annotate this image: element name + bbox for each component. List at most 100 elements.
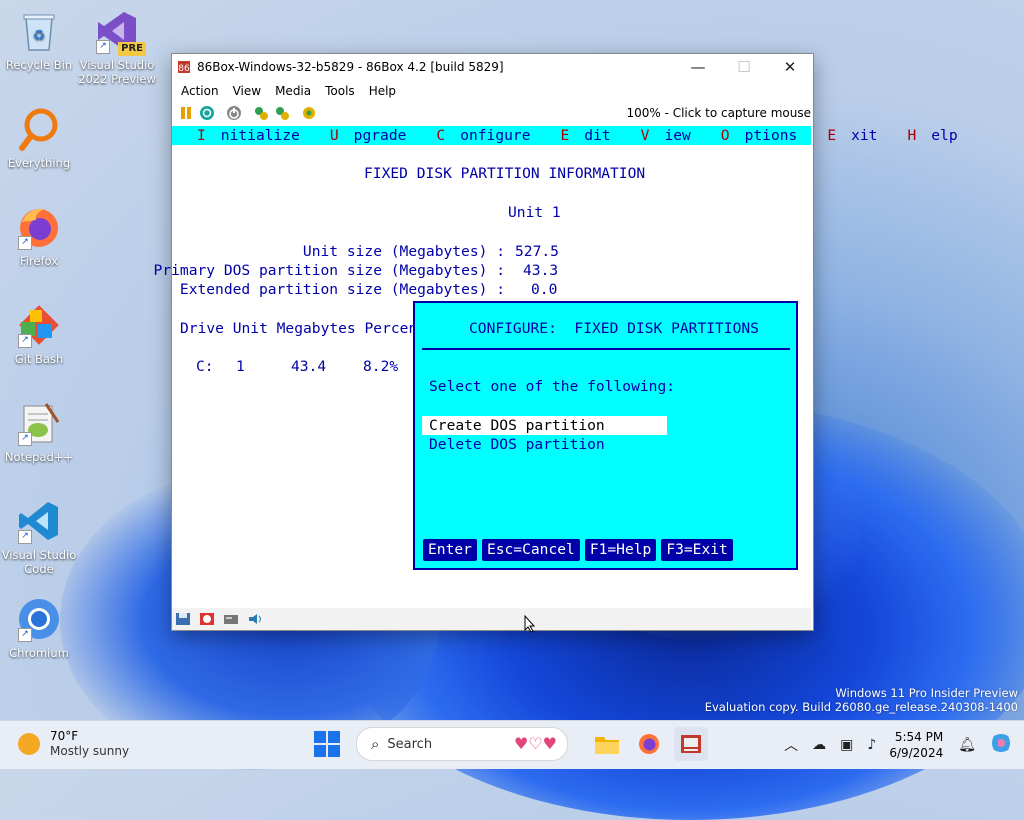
settings-gear-icon[interactable] bbox=[274, 105, 290, 121]
desktop-icon-git-bash[interactable]: ↗ Git Bash bbox=[0, 302, 78, 366]
ctrl-alt-del-icon[interactable] bbox=[199, 105, 215, 121]
drive-table-header: Drive Unit Megabytes Percent bbox=[180, 320, 427, 337]
desktop-icon-everything[interactable]: Everything bbox=[0, 106, 78, 170]
display-icon[interactable]: ▣ bbox=[840, 737, 853, 753]
network-icon[interactable]: ☁ bbox=[812, 737, 826, 753]
primary-partition-value: 43.3 bbox=[523, 262, 559, 279]
vscode-icon: ↗ bbox=[16, 498, 62, 544]
esc-cancel-button[interactable]: Esc=Cancel bbox=[481, 539, 580, 561]
capture-mouse-status[interactable]: 100% - Click to capture mouse bbox=[626, 106, 811, 120]
weather-widget[interactable]: 70°F Mostly sunny bbox=[18, 729, 129, 759]
primary-partition-label: Primary DOS partition size (Megabytes) : bbox=[153, 262, 505, 279]
window-toolbar: 100% - Click to capture mouse bbox=[172, 102, 813, 124]
desktop-icon-recycle-bin[interactable]: ♻ Recycle Bin bbox=[0, 8, 78, 72]
desktop-icon-visual-studio-2022-preview[interactable]: PRE ↗ Visual Studio 2022 Preview bbox=[78, 8, 156, 86]
pause-icon[interactable] bbox=[178, 105, 194, 121]
fdisk-menu-bar: Initialize Upgrade Configure Edit View O… bbox=[172, 126, 958, 145]
taskbar: 70°F Mostly sunny ⌕ Search ♥♡♥ ︿ ☁ ▣ ♪ 5… bbox=[0, 720, 1024, 769]
unit-size-label: Unit size (Megabytes) : bbox=[302, 243, 505, 260]
fdisk-menu-options[interactable]: Options bbox=[721, 127, 813, 144]
taskbar-file-explorer[interactable] bbox=[590, 727, 624, 761]
shortcut-arrow-icon: ↗ bbox=[18, 432, 32, 446]
cdrom-drive-icon[interactable] bbox=[199, 612, 215, 626]
dialog-prompt: Select one of the following: bbox=[429, 378, 676, 395]
menu-help[interactable]: Help bbox=[362, 84, 403, 98]
fdisk-menu-edit[interactable]: Edit bbox=[560, 127, 625, 144]
fdisk-menu-view[interactable]: View bbox=[641, 127, 706, 144]
desktop-icon-chromium[interactable]: ↗ Chromium bbox=[0, 596, 78, 660]
git-bash-icon: ↗ bbox=[16, 302, 62, 348]
volume-icon[interactable]: ♪ bbox=[867, 737, 876, 753]
search-highlight-icon: ♥♡♥ bbox=[513, 734, 557, 753]
start-button[interactable] bbox=[312, 729, 342, 759]
function-key-bar: Enter Esc=Cancel F1=Help F3=Exit bbox=[423, 539, 738, 561]
sunny-weather-icon bbox=[18, 733, 40, 755]
floppy-drive-icon[interactable] bbox=[175, 612, 191, 626]
fdisk-menu-help[interactable]: Help bbox=[907, 127, 972, 144]
drive-percent: 8.2% bbox=[363, 358, 399, 375]
notepad-plus-plus-icon: ↗ bbox=[16, 400, 62, 446]
window-statusbar bbox=[172, 608, 811, 630]
close-button[interactable]: ✕ bbox=[767, 54, 813, 80]
chevron-up-icon[interactable]: ︿ bbox=[784, 735, 798, 755]
taskbar-86box[interactable] bbox=[674, 727, 708, 761]
fdisk-menu-exit[interactable]: Exit bbox=[827, 127, 892, 144]
shortcut-arrow-icon: ↗ bbox=[18, 236, 32, 250]
clock-date: 6/9/2024 bbox=[889, 746, 944, 760]
visual-studio-icon: PRE ↗ bbox=[94, 8, 146, 56]
settings-gear-icon[interactable] bbox=[253, 105, 269, 121]
maximize-button[interactable]: ☐ bbox=[721, 54, 767, 80]
pre-badge: PRE bbox=[118, 42, 146, 56]
unit-label: Unit 1 bbox=[508, 204, 561, 221]
everything-search-icon bbox=[16, 106, 62, 152]
notification-bell-icon[interactable]: 🔔︎ bbox=[958, 737, 976, 753]
copilot-icon[interactable] bbox=[990, 732, 1012, 758]
desktop-icon-firefox[interactable]: ↗ Firefox bbox=[0, 204, 78, 268]
search-icon: ⌕ bbox=[371, 735, 380, 753]
emulator-screen[interactable]: Initialize Upgrade Configure Edit View O… bbox=[154, 126, 958, 606]
firefox-icon: ↗ bbox=[16, 204, 62, 250]
menu-media[interactable]: Media bbox=[268, 84, 318, 98]
drive-megabytes: 43.4 bbox=[291, 358, 327, 375]
shortcut-arrow-icon: ↗ bbox=[18, 628, 32, 642]
clock-time: 5:54 PM bbox=[894, 730, 944, 744]
fdisk-menu-upgrade[interactable]: Upgrade bbox=[330, 127, 422, 144]
f1-help-button[interactable]: F1=Help bbox=[584, 539, 657, 561]
windows-watermark: Windows 11 Pro Insider Preview Evaluatio… bbox=[704, 686, 1018, 714]
taskbar-search-box[interactable]: ⌕ Search ♥♡♥ bbox=[356, 727, 568, 761]
firefox-icon bbox=[639, 734, 659, 754]
sound-speaker-icon[interactable] bbox=[247, 612, 263, 626]
mouse-cursor-icon bbox=[524, 615, 536, 633]
window-titlebar[interactable]: 86 86Box-Windows-32-b5829 - 86Box 4.2 [b… bbox=[172, 54, 813, 80]
recycle-bin-icon: ♻ bbox=[16, 8, 62, 54]
menu-action[interactable]: Action bbox=[174, 84, 226, 98]
taskbar-firefox[interactable] bbox=[632, 727, 666, 761]
menu-view[interactable]: View bbox=[226, 84, 268, 98]
configure-partitions-dialog: CONFIGURE: FIXED DISK PARTITIONS Select … bbox=[413, 301, 798, 570]
settings-gear-icon[interactable] bbox=[301, 105, 317, 121]
hard-disk-icon[interactable] bbox=[223, 612, 239, 626]
86box-window[interactable]: 86 86Box-Windows-32-b5829 - 86Box 4.2 [b… bbox=[154, 53, 958, 631]
shortcut-arrow-icon: ↗ bbox=[96, 40, 110, 54]
clock[interactable]: 5:54 PM 6/9/2024 bbox=[889, 729, 943, 761]
desktop-icon-visual-studio-code[interactable]: ↗ Visual Studio Code bbox=[0, 498, 78, 576]
86box-app-icon bbox=[681, 735, 701, 753]
option-create-dos-partition[interactable]: Create DOS partition bbox=[422, 416, 667, 435]
system-tray: ︿ ☁ ▣ ♪ 5:54 PM 6/9/2024 🔔︎ bbox=[777, 721, 1024, 769]
enter-key-button[interactable]: Enter bbox=[423, 539, 477, 561]
shortcut-arrow-icon: ↗ bbox=[18, 530, 32, 544]
drive-unit: 1 bbox=[236, 358, 245, 375]
reset-icon[interactable] bbox=[226, 105, 242, 121]
minimize-button[interactable]: — bbox=[675, 54, 721, 80]
menu-tools[interactable]: Tools bbox=[318, 84, 362, 98]
fdisk-menu-initialize[interactable]: Initialize bbox=[197, 127, 315, 144]
svg-text:♻: ♻ bbox=[33, 28, 46, 44]
f3-exit-button[interactable]: F3=Exit bbox=[661, 539, 733, 561]
dialog-divider bbox=[422, 348, 790, 350]
window-title: 86Box-Windows-32-b5829 - 86Box 4.2 [buil… bbox=[197, 60, 504, 74]
fdisk-menu-configure[interactable]: Configure bbox=[436, 127, 545, 144]
weather-temperature: 70°F bbox=[50, 729, 79, 743]
partition-info-heading: FIXED DISK PARTITION INFORMATION bbox=[364, 165, 646, 182]
desktop-icon-notepad-plus-plus[interactable]: ↗ Notepad++ bbox=[0, 400, 78, 464]
option-delete-dos-partition[interactable]: Delete DOS partition bbox=[422, 435, 667, 454]
